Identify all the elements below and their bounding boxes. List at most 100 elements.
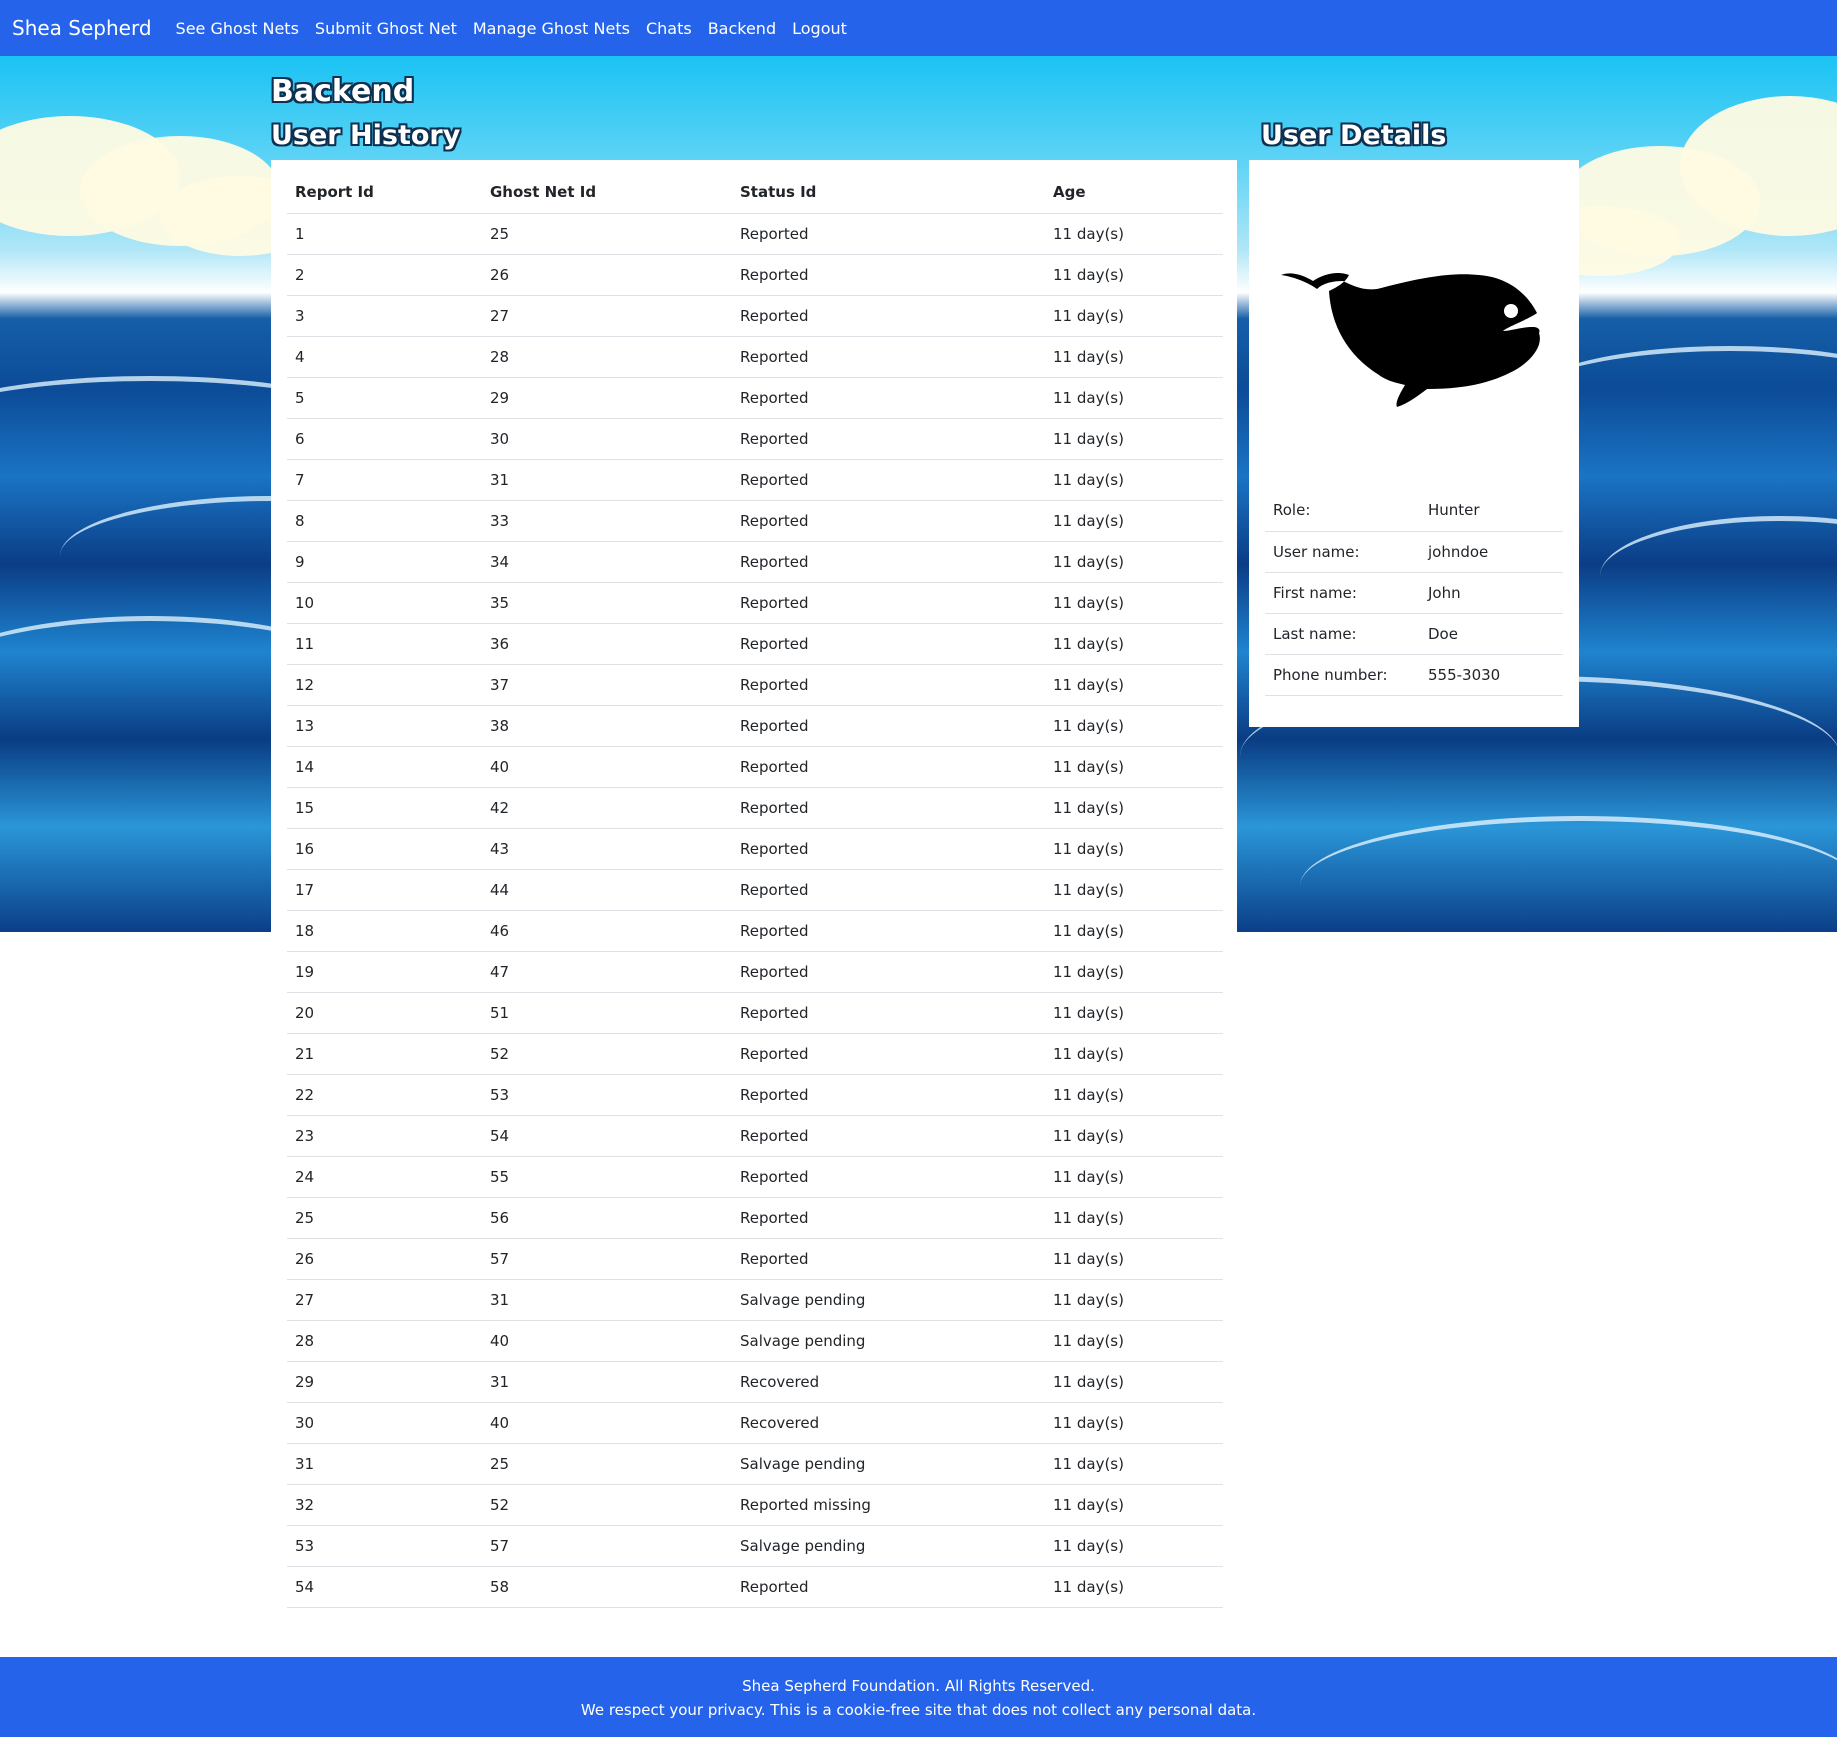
cell-age: 11 day(s) (1045, 1197, 1223, 1239)
cell-status: Reported (732, 1074, 1045, 1116)
cell-status: Reported (732, 541, 1045, 583)
table-row: 6 30 Reported 11 day(s) (287, 418, 1223, 460)
cell-age: 11 day(s) (1045, 1238, 1223, 1280)
table-row: 27 31 Salvage pending 11 day(s) (287, 1279, 1223, 1321)
cell-report-id: 6 (287, 418, 482, 460)
nav-link-backend[interactable]: Backend (708, 19, 776, 38)
detail-row: Phone number: 555-3030 (1265, 654, 1563, 696)
nav-link-chats[interactable]: Chats (646, 19, 692, 38)
table-row: 12 37 Reported 11 day(s) (287, 664, 1223, 706)
cell-status: Reported (732, 705, 1045, 747)
table-row: 24 55 Reported 11 day(s) (287, 1156, 1223, 1198)
detail-value: Doe (1420, 613, 1563, 655)
cell-age: 11 day(s) (1045, 1074, 1223, 1116)
cell-age: 11 day(s) (1045, 1525, 1223, 1567)
footer: Shea Sepherd Foundation. All Rights Rese… (0, 1657, 1837, 1737)
cell-ghost-net-id: 31 (482, 1279, 732, 1321)
cell-ghost-net-id: 31 (482, 1361, 732, 1403)
details-table: Role: Hunter User name: johndoe First name: J… (1265, 490, 1563, 696)
cell-report-id: 18 (287, 910, 482, 952)
table-row: 30 40 Recovered 11 day(s) (287, 1402, 1223, 1444)
cell-age: 11 day(s) (1045, 500, 1223, 542)
cell-age: 11 day(s) (1045, 1443, 1223, 1485)
cell-ghost-net-id: 40 (482, 746, 732, 788)
nav-link-manage-ghost-nets[interactable]: Manage Ghost Nets (473, 19, 630, 38)
cell-ghost-net-id: 37 (482, 664, 732, 706)
cell-status: Reported (732, 1566, 1045, 1608)
table-row: 1 25 Reported 11 day(s) (287, 213, 1223, 255)
cell-age: 11 day(s) (1045, 336, 1223, 378)
cell-age: 11 day(s) (1045, 1115, 1223, 1157)
cell-status: Reported (732, 951, 1045, 993)
cell-status: Reported (732, 295, 1045, 337)
table-row: 2 26 Reported 11 day(s) (287, 254, 1223, 296)
table-row: 28 40 Salvage pending 11 day(s) (287, 1320, 1223, 1362)
cell-ghost-net-id: 52 (482, 1033, 732, 1075)
cell-report-id: 21 (287, 1033, 482, 1075)
detail-value: 555-3030 (1420, 654, 1563, 696)
cell-age: 11 day(s) (1045, 869, 1223, 911)
table-row: 19 47 Reported 11 day(s) (287, 951, 1223, 993)
cell-status: Salvage pending (732, 1525, 1045, 1567)
table-row: 21 52 Reported 11 day(s) (287, 1033, 1223, 1075)
cell-ghost-net-id: 40 (482, 1402, 732, 1444)
cell-report-id: 29 (287, 1361, 482, 1403)
cell-ghost-net-id: 27 (482, 295, 732, 337)
cell-status: Reported (732, 459, 1045, 501)
brand-link[interactable]: Shea Sepherd (12, 16, 152, 40)
cell-status: Reported (732, 582, 1045, 624)
table-row: 13 38 Reported 11 day(s) (287, 705, 1223, 747)
cell-status: Reported (732, 500, 1045, 542)
cell-status: Reported (732, 746, 1045, 788)
cell-ghost-net-id: 30 (482, 418, 732, 460)
cell-age: 11 day(s) (1045, 1402, 1223, 1444)
history-title: User History (271, 120, 461, 151)
table-row: 8 33 Reported 11 day(s) (287, 500, 1223, 542)
table-row: 17 44 Reported 11 day(s) (287, 869, 1223, 911)
cell-report-id: 28 (287, 1320, 482, 1362)
detail-row: First name: John (1265, 572, 1563, 614)
cell-ghost-net-id: 43 (482, 828, 732, 870)
cell-report-id: 1 (287, 213, 482, 255)
table-row: 54 58 Reported 11 day(s) (287, 1566, 1223, 1608)
cell-report-id: 25 (287, 1197, 482, 1239)
cell-report-id: 7 (287, 459, 482, 501)
cell-age: 11 day(s) (1045, 1320, 1223, 1362)
detail-row: Last name: Doe (1265, 613, 1563, 655)
table-row: 7 31 Reported 11 day(s) (287, 459, 1223, 501)
cell-report-id: 10 (287, 582, 482, 624)
details-card: Role: Hunter User name: johndoe First name: J… (1249, 160, 1579, 727)
cell-ghost-net-id: 54 (482, 1115, 732, 1157)
cell-ghost-net-id: 46 (482, 910, 732, 952)
table-row: 14 40 Reported 11 day(s) (287, 746, 1223, 788)
table-row: 25 56 Reported 11 day(s) (287, 1197, 1223, 1239)
detail-label: User name: (1265, 531, 1420, 573)
cell-ghost-net-id: 42 (482, 787, 732, 829)
cell-ghost-net-id: 26 (482, 254, 732, 296)
nav-link-see-ghost-nets[interactable]: See Ghost Nets (176, 19, 299, 38)
cell-report-id: 3 (287, 295, 482, 337)
cell-status: Reported (732, 1156, 1045, 1198)
cell-report-id: 26 (287, 1238, 482, 1280)
cell-ghost-net-id: 52 (482, 1484, 732, 1526)
cell-ghost-net-id: 38 (482, 705, 732, 747)
cell-report-id: 2 (287, 254, 482, 296)
cell-report-id: 20 (287, 992, 482, 1034)
cell-age: 11 day(s) (1045, 582, 1223, 624)
cell-ghost-net-id: 35 (482, 582, 732, 624)
table-row: 31 25 Salvage pending 11 day(s) (287, 1443, 1223, 1485)
table-row: 9 34 Reported 11 day(s) (287, 541, 1223, 583)
table-row: 4 28 Reported 11 day(s) (287, 336, 1223, 378)
cell-age: 11 day(s) (1045, 746, 1223, 788)
cell-ghost-net-id: 36 (482, 623, 732, 665)
cell-ghost-net-id: 57 (482, 1238, 732, 1280)
table-row: 26 57 Reported 11 day(s) (287, 1238, 1223, 1280)
cell-report-id: 5 (287, 377, 482, 419)
cell-age: 11 day(s) (1045, 705, 1223, 747)
cell-report-id: 14 (287, 746, 482, 788)
history-header-row: Report Id Ghost Net Id Status Id Age (287, 172, 1223, 214)
detail-row: Role: Hunter (1265, 490, 1563, 532)
header-report-id: Report Id (287, 172, 482, 214)
nav-link-logout[interactable]: Logout (792, 19, 847, 38)
nav-link-submit-ghost-net[interactable]: Submit Ghost Net (315, 19, 457, 38)
